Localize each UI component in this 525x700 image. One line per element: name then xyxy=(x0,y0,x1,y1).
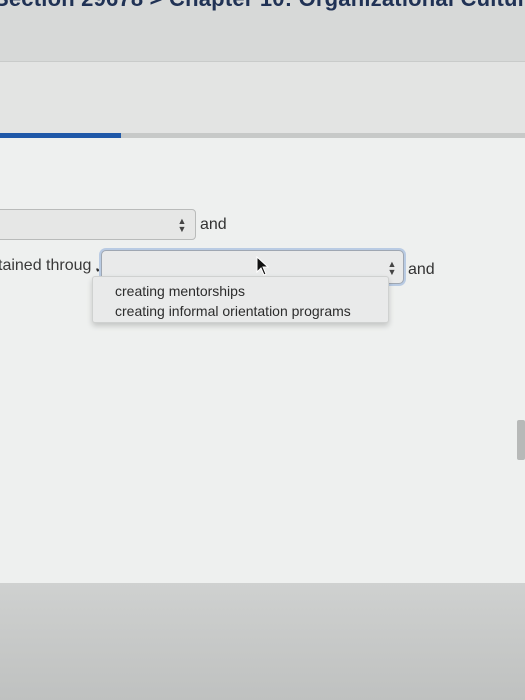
conjunction-text-1: and xyxy=(200,216,227,233)
conjunction-text-2: and xyxy=(408,261,435,278)
question-text-fragment: tained throug xyxy=(0,257,92,274)
dropdown-option[interactable]: creating informal orientation programs xyxy=(115,303,351,319)
answer-select-1[interactable]: ▲ ▼ xyxy=(0,209,196,240)
select-dropdown-menu: creating mentorships creating informal o… xyxy=(92,276,389,323)
scrollbar[interactable] xyxy=(517,420,525,460)
header-bar: Section 29678 > Chapter 10: Organization… xyxy=(0,0,525,62)
subheader xyxy=(0,62,525,134)
page-bottom-area xyxy=(0,583,525,700)
mouse-cursor-icon xyxy=(256,256,269,276)
dropdown-option[interactable]: creating mentorships xyxy=(115,283,245,299)
screen: Section 29678 > Chapter 10: Organization… xyxy=(0,0,525,700)
select-arrows-icon: ▲ ▼ xyxy=(177,216,187,234)
select-arrows-icon: ▲ ▼ xyxy=(387,259,397,277)
question-content xyxy=(0,138,525,583)
page-title: Section 29678 > Chapter 10: Organization… xyxy=(0,0,525,12)
